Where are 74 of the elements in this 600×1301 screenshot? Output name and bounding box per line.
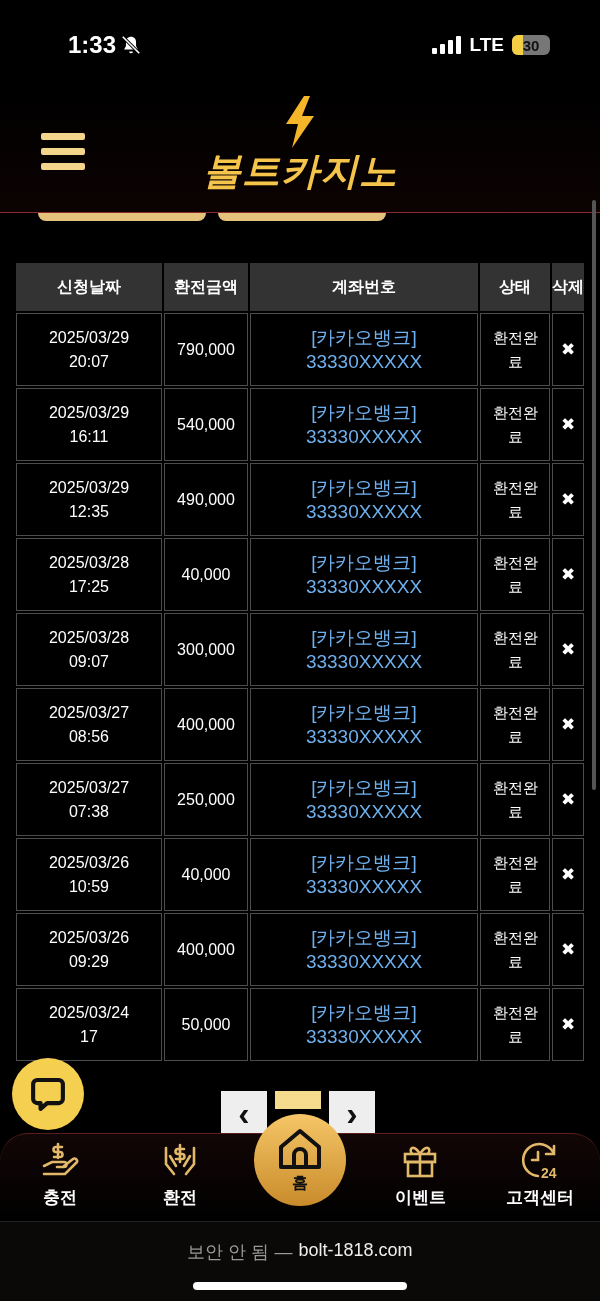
table-cell: 환전완료 — [480, 838, 550, 911]
table-cell: 400,000 — [164, 913, 248, 986]
table-cell: 50,000 — [164, 988, 248, 1061]
bell-slash-icon — [120, 34, 143, 56]
table-cell: 790,000 — [164, 313, 248, 386]
table-cell: 환전완료 — [480, 538, 550, 611]
table-cell: [카카오뱅크] 33330XXXXX — [250, 538, 478, 611]
nav-tab[interactable]: 환전 — [156, 1134, 204, 1218]
column-header: 상태 — [480, 263, 550, 311]
table-cell: 250,000 — [164, 763, 248, 836]
table-cell: [카카오뱅크] 33330XXXXX — [250, 313, 478, 386]
signal-icon — [431, 36, 462, 54]
table-cell: 540,000 — [164, 388, 248, 461]
table-cell: [카카오뱅크] 33330XXXXX — [250, 388, 478, 461]
table-cell: 환전완료 — [480, 463, 550, 536]
nav-tab[interactable]: 홈 — [254, 1114, 346, 1206]
table-cell: 환전완료 — [480, 988, 550, 1061]
table-cell: 2025/03/27 07:38 — [16, 763, 162, 836]
delete-button[interactable]: ✖ — [559, 862, 577, 887]
nav-tab[interactable]: 이벤트 — [390, 1134, 450, 1218]
table-cell: 2025/03/28 17:25 — [16, 538, 162, 611]
delete-button[interactable]: ✖ — [559, 337, 577, 362]
table-cell: [카카오뱅크] 33330XXXXX — [250, 988, 478, 1061]
table-cell: [카카오뱅크] 33330XXXXX — [250, 613, 478, 686]
table-cell: 환전완료 — [480, 763, 550, 836]
nav-tab[interactable]: 24 고객센터 — [502, 1134, 578, 1218]
table-cell: 2025/03/29 12:35 — [16, 463, 162, 536]
table-cell: [카카오뱅크] 33330XXXXX — [250, 913, 478, 986]
clock-time: 1:33 — [68, 31, 117, 59]
table-cell: 환전완료 — [480, 313, 550, 386]
delete-button[interactable]: ✖ — [559, 562, 577, 587]
home-icon — [276, 1126, 324, 1171]
table-cell: 2025/03/29 20:07 — [16, 313, 162, 386]
delete-button[interactable]: ✖ — [559, 487, 577, 512]
table-cell: 환전완료 — [480, 613, 550, 686]
table-cell: [카카오뱅크] 33330XXXXX — [250, 838, 478, 911]
column-header: 삭제 — [552, 263, 584, 311]
delete-button[interactable]: ✖ — [559, 1012, 577, 1037]
delete-button[interactable]: ✖ — [559, 637, 577, 662]
table-cell: 490,000 — [164, 463, 248, 536]
table-cell: 환전완료 — [480, 688, 550, 761]
casino-logo[interactable]: 볼트카지노 — [202, 148, 398, 194]
tab-button[interactable] — [38, 213, 206, 221]
table-cell: [카카오뱅크] 33330XXXXX — [250, 463, 478, 536]
url-text[interactable]: bolt-1818.com — [298, 1240, 413, 1264]
table-cell: 2025/03/26 09:29 — [16, 913, 162, 986]
security-warning: 보안 안 됨 — — [187, 1241, 293, 1264]
chat-icon — [29, 1075, 67, 1113]
delete-button[interactable]: ✖ — [559, 787, 577, 812]
table-cell: [카카오뱅크] 33330XXXXX — [250, 763, 478, 836]
network-label: LTE — [469, 34, 504, 56]
battery-icon: 30 — [512, 35, 550, 55]
table-cell: 40,000 — [164, 538, 248, 611]
tab-button[interactable] — [218, 213, 386, 221]
table-cell: 환전완료 — [480, 913, 550, 986]
table-cell: 400,000 — [164, 688, 248, 761]
table-cell: 환전완료 — [480, 388, 550, 461]
table-cell: 2025/03/28 09:07 — [16, 613, 162, 686]
column-header: 환전금액 — [164, 263, 248, 311]
delete-button[interactable]: ✖ — [559, 412, 577, 437]
previous-page-button[interactable]: ‹ — [221, 1091, 267, 1135]
table-cell: 2025/03/27 08:56 — [16, 688, 162, 761]
table-cell: [카카오뱅크] 33330XXXXX — [250, 688, 478, 761]
table-cell: 2025/03/26 10:59 — [16, 838, 162, 911]
table-cell: 2025/03/24 17 — [16, 988, 162, 1061]
column-header: 계좌번호 — [250, 263, 478, 311]
table-cell: 2025/03/29 16:11 — [16, 388, 162, 461]
table-cell: 300,000 — [164, 613, 248, 686]
nav-tab[interactable]: 충전 — [36, 1134, 84, 1218]
next-page-button[interactable]: › — [329, 1091, 375, 1135]
delete-button[interactable]: ✖ — [559, 937, 577, 962]
table-cell: 40,000 — [164, 838, 248, 911]
delete-button[interactable]: ✖ — [559, 712, 577, 737]
column-header: 신청날짜 — [16, 263, 162, 311]
